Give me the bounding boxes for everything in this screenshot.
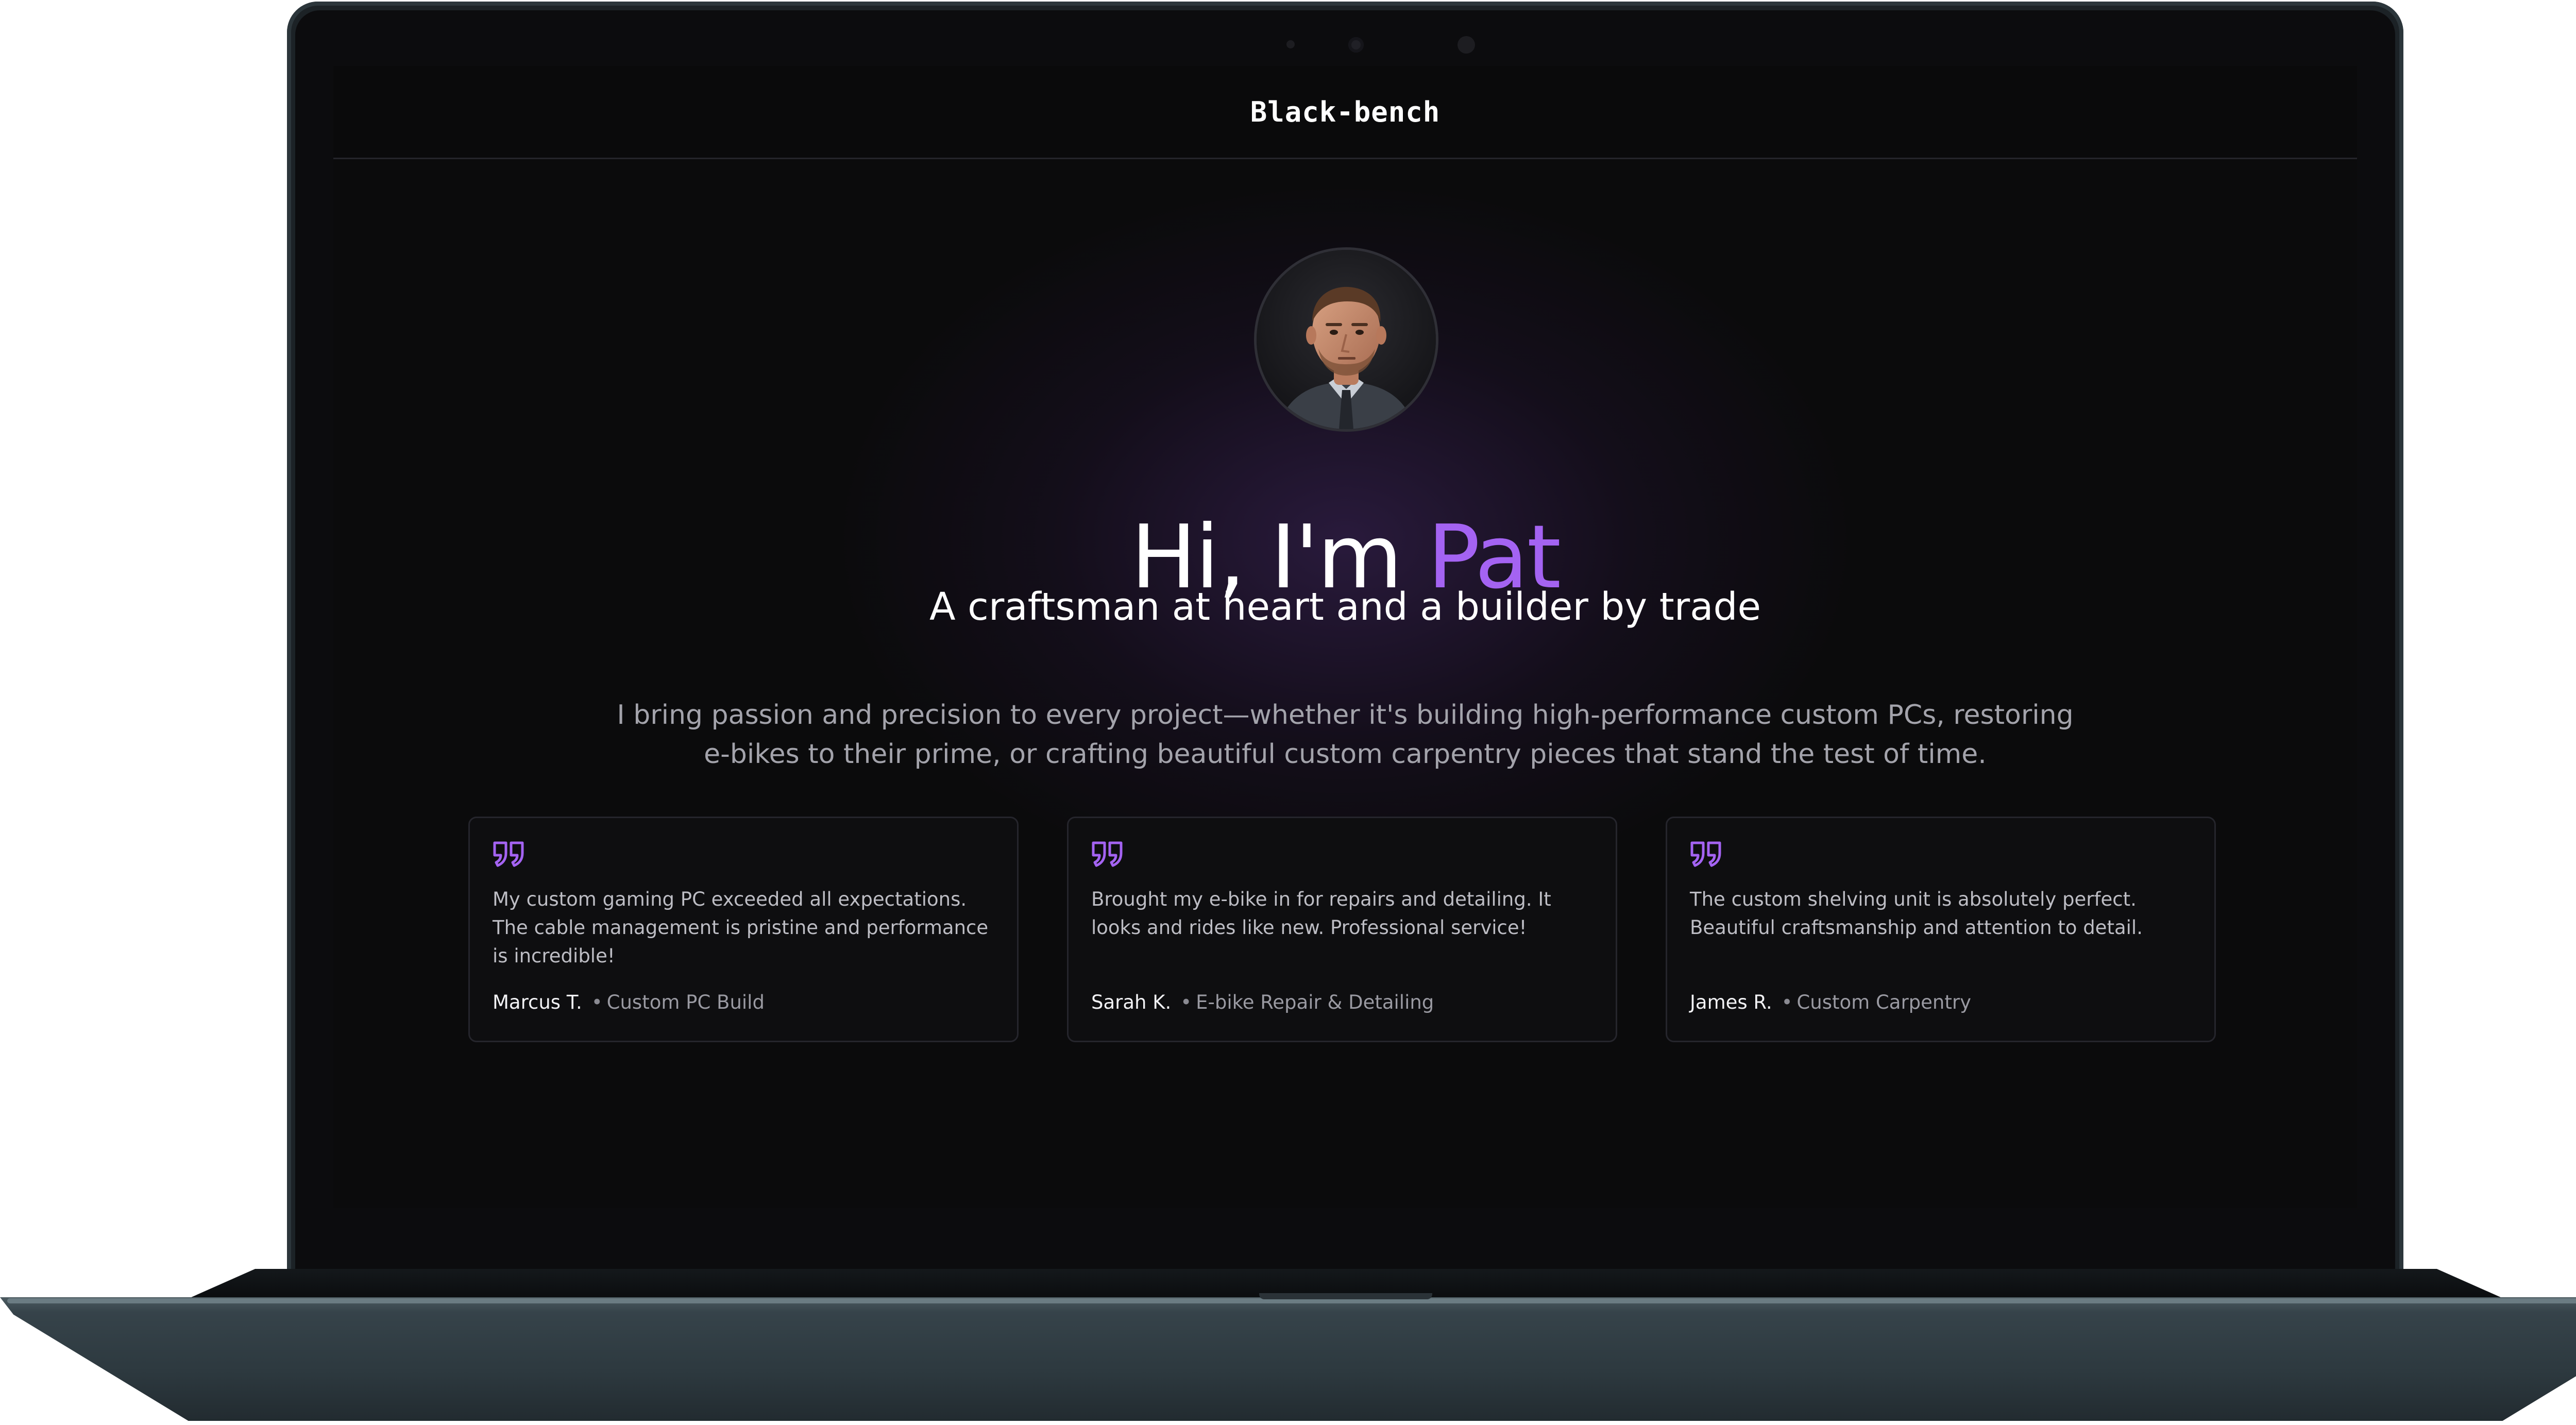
testimonial-card: My custom gaming PC exceeded all expecta… xyxy=(468,817,1019,1042)
separator-dot: • xyxy=(591,991,603,1013)
browser-viewport: Black-bench Hi, I'm Pat A craftsman at h… xyxy=(333,66,2357,1208)
hero-intro: I bring passion and precision to every p… xyxy=(617,700,2074,770)
sensor-dot xyxy=(1458,36,1475,54)
testimonial-author: Marcus T. • Custom PC Build xyxy=(493,988,997,1016)
separator-dot: • xyxy=(1781,991,1793,1013)
author-name: James R. xyxy=(1690,991,1772,1013)
quote-icon xyxy=(493,841,524,867)
top-navbar: Black-bench xyxy=(333,66,2357,159)
avatar xyxy=(1254,247,1438,432)
testimonial-author: James R. • Custom Carpentry xyxy=(1690,988,2195,1016)
sensor-dot xyxy=(1286,40,1295,48)
laptop-base xyxy=(0,1297,2576,1421)
testimonial-quote: Brought my e-bike in for repairs and det… xyxy=(1091,888,1551,939)
author-name: Sarah K. xyxy=(1091,991,1172,1013)
hero-subtitle: A craftsman at heart and a builder by tr… xyxy=(929,585,1761,629)
testimonial-card: The custom shelving unit is absolutely p… xyxy=(1666,817,2216,1042)
service-type: E-bike Repair & Detailing xyxy=(1196,991,1434,1013)
service-type: Custom Carpentry xyxy=(1797,991,1971,1013)
laptop-hinge-notch xyxy=(1259,1293,1432,1299)
testimonial-author: Sarah K. • E-bike Repair & Detailing xyxy=(1091,988,1596,1016)
laptop-mockup: Black-bench Hi, I'm Pat A craftsman at h… xyxy=(0,0,2576,1425)
quote-icon xyxy=(1092,841,1123,867)
service-type: Custom PC Build xyxy=(606,991,765,1013)
separator-dot: • xyxy=(1180,991,1192,1013)
testimonial-quote: My custom gaming PC exceeded all expecta… xyxy=(493,888,989,967)
testimonial-quote: The custom shelving unit is absolutely p… xyxy=(1690,888,2143,939)
profile-photo-icon xyxy=(1257,250,1436,429)
brand-logo[interactable]: Black-bench xyxy=(333,96,2357,128)
webcam xyxy=(1348,37,1364,53)
quote-icon xyxy=(1690,841,1721,867)
author-name: Marcus T. xyxy=(493,991,582,1013)
testimonial-card: Brought my e-bike in for repairs and det… xyxy=(1067,817,1617,1042)
